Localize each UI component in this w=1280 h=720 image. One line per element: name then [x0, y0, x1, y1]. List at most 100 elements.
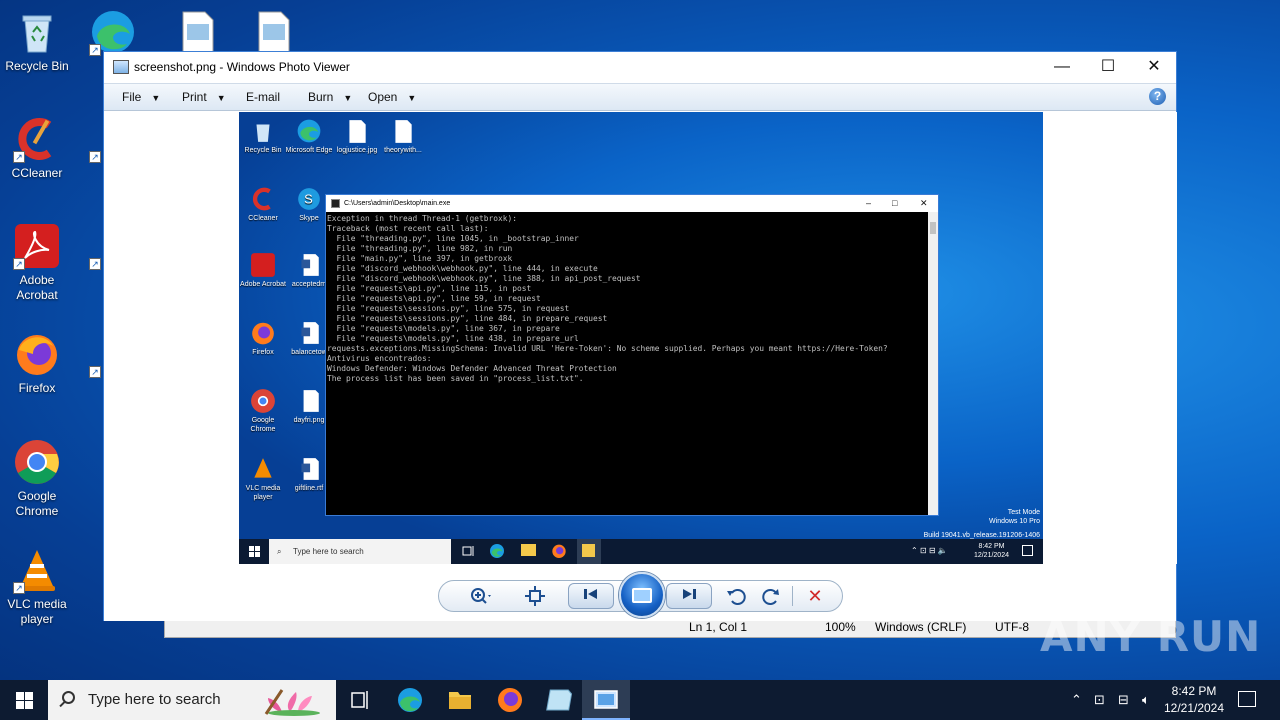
inner-icon-edge: Microsoft Edge [285, 118, 333, 155]
delete-button[interactable]: ✕ [802, 585, 828, 607]
console-taskbar-icon [577, 539, 601, 564]
shortcut-arrow-icon: ↗ [89, 151, 101, 163]
maximize-button[interactable]: ☐ [1085, 52, 1131, 82]
taskbar-edge[interactable] [386, 680, 434, 720]
ccleaner-icon [250, 186, 276, 212]
menu-file[interactable]: File ▼ [122, 90, 160, 104]
desktop-icon-chrome[interactable]: Google Chrome [0, 438, 74, 519]
security-icon[interactable]: ⊡ [1094, 680, 1105, 720]
desktop-icon-label: VLC media player [7, 597, 67, 626]
console-line: File "discord_webhook\webhook.py", line … [327, 264, 598, 273]
cursor-position: Ln 1, Col 1 [689, 620, 748, 634]
notification-center-icon[interactable] [1238, 691, 1256, 707]
shortcut-arrow-icon: ↗ [13, 582, 25, 594]
chrome-icon [13, 438, 61, 486]
desktop-icon-recycle-bin[interactable]: Recycle Bin [0, 8, 74, 74]
vlc-icon: ↗ [13, 546, 61, 594]
minimize-button[interactable]: — [1039, 52, 1085, 82]
image-file-icon [173, 8, 221, 56]
desktop-icon-label: Google Chrome [15, 489, 59, 518]
notification-icon [1022, 545, 1033, 556]
volume-icon[interactable]: 🔈︎ [1142, 680, 1150, 720]
menu-print[interactable]: Print ▼ [182, 90, 226, 104]
acrobat-icon: ↗ [13, 222, 61, 270]
rotate-clockwise-button[interactable] [758, 585, 784, 607]
menu-bar: File ▼ Print ▼ E-mail Burn ▼ Open ▼ ? [104, 83, 1176, 111]
dropdown-caret-icon: ▼ [407, 93, 417, 103]
anyrun-watermark: ANY RUN [1040, 612, 1262, 661]
console-title-bar: C:\Users\admin\Desktop\main.exe – □ ✕ [326, 195, 938, 212]
taskbar-firefox[interactable] [486, 680, 534, 720]
inner-icon-chrome: Google Chrome [239, 388, 287, 434]
desktop-icon-label: Adobe Acrobat [16, 273, 58, 302]
menu-email[interactable]: E-mail [246, 90, 280, 104]
search-highlight-icon [260, 684, 330, 720]
actual-size-button[interactable] [522, 585, 548, 607]
menu-open[interactable]: Open ▼ [368, 90, 416, 104]
console-line: File "requests\api.py", line 59, in requ… [327, 294, 541, 303]
image-file-icon [390, 118, 416, 144]
taskbar-search-box[interactable]: Type here to search [48, 680, 336, 720]
console-line: Antivirus encontrados: [327, 354, 432, 363]
console-line: File "threading.py", line 982, in run [327, 244, 513, 253]
photo-viewer-icon [594, 690, 618, 709]
shortcut-arrow-icon: ↗ [13, 258, 25, 270]
desktop-icon-vlc[interactable]: ↗ VLC media player [0, 546, 74, 627]
firefox-icon [13, 330, 61, 378]
desktop-icon-acrobat[interactable]: ↗ Adobe Acrobat [0, 222, 74, 303]
start-button[interactable] [0, 680, 48, 720]
task-view-icon [351, 691, 368, 709]
network-icon[interactable]: ⊟ [1118, 680, 1129, 720]
slideshow-button[interactable] [619, 572, 665, 618]
console-line: File "discord_webhook\webhook.py", line … [327, 274, 641, 283]
inner-icon-recycle-bin: Recycle Bin [239, 118, 287, 155]
shortcut-arrow-icon: ↗ [89, 366, 101, 378]
viewer-toolbar: ✕ [104, 564, 1176, 621]
file-explorer-icon [521, 544, 536, 556]
firefox-icon [250, 320, 276, 346]
desktop-icon-ccleaner[interactable]: ↗ CCleaner [0, 115, 74, 181]
desktop-icon-firefox[interactable]: Firefox [0, 330, 74, 396]
inner-icon-file: logjustice.jpg [333, 118, 381, 155]
shortcut-arrow-icon: ↗ [89, 44, 101, 56]
skype-icon: S [296, 186, 322, 212]
taskbar-file-explorer[interactable] [436, 680, 484, 720]
console-icon [331, 199, 340, 208]
shortcut-arrow-icon: ↗ [89, 258, 101, 270]
taskbar-photo-viewer[interactable] [582, 680, 630, 720]
dropdown-caret-icon: ▼ [343, 93, 353, 103]
help-icon[interactable]: ? [1149, 88, 1166, 105]
slideshow-icon [632, 588, 652, 603]
image-file-icon [296, 388, 322, 414]
encoding: UTF-8 [995, 620, 1029, 634]
title-bar[interactable]: screenshot.png - Windows Photo Viewer — … [104, 52, 1176, 83]
console-line: The process list has been saved in "proc… [327, 374, 584, 383]
edge-icon [398, 688, 422, 712]
previous-button[interactable] [568, 583, 614, 609]
image-canvas[interactable]: Recycle Bin Microsoft Edge logjustice.jp… [105, 112, 1177, 564]
rotate-counterclockwise-button[interactable] [724, 585, 750, 607]
close-button[interactable]: ✕ [1131, 52, 1177, 82]
inner-search-box: ⌕ Type here to search [269, 539, 451, 564]
toolbar-divider [792, 586, 793, 606]
inner-taskbar: ⌕ Type here to search ⌃ ⊡ ⊟ 🔈 8:42 PM 12… [239, 539, 1043, 564]
taskbar-clock[interactable]: 8:42 PM 12/21/2024 [1158, 683, 1230, 717]
image-file-icon [249, 8, 297, 56]
zoom-button[interactable] [468, 585, 494, 607]
task-view-button[interactable] [336, 680, 384, 720]
chrome-icon [250, 388, 276, 414]
show-hidden-icons[interactable]: ⌃ [1071, 680, 1082, 720]
photo-viewer-icon [113, 60, 129, 74]
console-line: File "requests\api.py", line 115, in pos… [327, 284, 532, 293]
svg-text:S: S [304, 191, 313, 206]
vlc-icon [250, 456, 276, 482]
zoom-level: 100% [825, 620, 856, 634]
desktop-icon-label: Recycle Bin [5, 59, 69, 73]
recycle-bin-icon [13, 8, 61, 56]
windows-start-icon [249, 546, 260, 557]
taskbar-notepad[interactable] [534, 680, 582, 720]
inner-icon-firefox: Firefox [239, 320, 287, 357]
next-button[interactable] [666, 583, 712, 609]
dropdown-caret-icon: ▼ [216, 93, 226, 103]
menu-burn[interactable]: Burn ▼ [308, 90, 352, 104]
